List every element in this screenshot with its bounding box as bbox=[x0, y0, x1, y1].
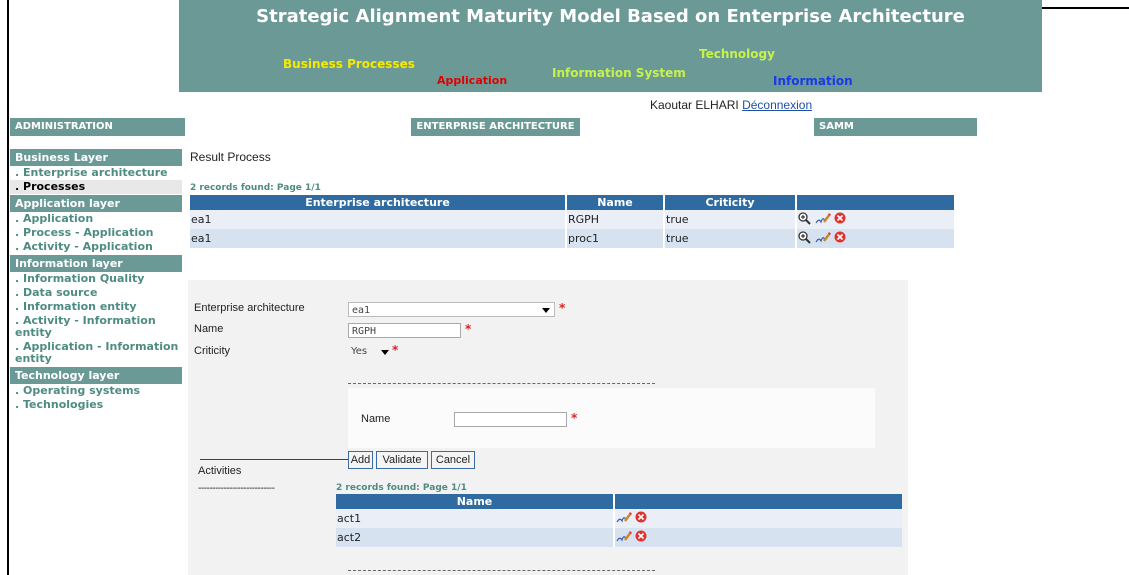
cell-criticity: true bbox=[664, 229, 797, 248]
cell-actions bbox=[796, 229, 954, 248]
delete-icon[interactable] bbox=[635, 530, 647, 545]
tab-samm[interactable]: SAMM bbox=[814, 118, 977, 136]
column-header-name: Name bbox=[336, 494, 615, 509]
sidebar-item-processes[interactable]: . Processes bbox=[10, 180, 182, 194]
table-row: act1 bbox=[336, 509, 902, 528]
magnifier-plus-icon[interactable] bbox=[798, 230, 812, 247]
cancel-button[interactable]: Cancel bbox=[431, 451, 475, 469]
edit-pen-icon[interactable] bbox=[616, 530, 632, 546]
user-info: Kaoutar ELHARI Déconnexion bbox=[650, 98, 812, 112]
name-required-mark: * bbox=[465, 322, 472, 336]
ea-required-mark: * bbox=[559, 301, 566, 315]
name-input[interactable]: RGPH bbox=[348, 323, 461, 338]
cell-ea: ea1 bbox=[190, 210, 567, 229]
delete-icon[interactable] bbox=[834, 231, 846, 246]
chevron-down-icon bbox=[542, 308, 550, 313]
ea-select[interactable]: ea1 bbox=[348, 302, 555, 317]
table-header-row: Name bbox=[336, 494, 902, 509]
sidebar-application-layer[interactable]: Application layer bbox=[10, 195, 182, 212]
user-name: Kaoutar ELHARI bbox=[650, 98, 739, 112]
table-row: ea1 RGPH true bbox=[190, 210, 954, 229]
activity-name-input[interactable] bbox=[454, 412, 567, 427]
criticity-select-value: Yes bbox=[351, 346, 368, 357]
tab-enterprise-architecture[interactable]: ENTERPRISE ARCHITECTURE bbox=[411, 118, 580, 136]
validate-button[interactable]: Validate bbox=[376, 451, 428, 469]
activities-table: Name act1 act2 bbox=[336, 494, 902, 547]
cell-name: act2 bbox=[336, 528, 615, 547]
column-header-actions bbox=[796, 195, 954, 210]
sidebar-item-information-entity[interactable]: . Information entity bbox=[10, 300, 182, 314]
edit-pen-icon[interactable] bbox=[815, 212, 831, 228]
criticity-label: Criticity bbox=[194, 345, 231, 357]
records-count: 2 records found: Page 1/1 bbox=[190, 183, 321, 193]
cell-name: act1 bbox=[336, 509, 615, 528]
sidebar-item-activity-application[interactable]: . Activity - Application bbox=[10, 240, 182, 254]
cell-actions bbox=[796, 210, 954, 229]
edit-pen-icon[interactable] bbox=[815, 231, 831, 247]
banner-technology: Technology bbox=[699, 47, 775, 61]
sidebar-item-technologies[interactable]: . Technologies bbox=[10, 398, 182, 412]
add-button[interactable]: Add bbox=[348, 451, 373, 469]
cell-name: proc1 bbox=[566, 229, 665, 248]
column-header-criticity: Criticity bbox=[664, 195, 797, 210]
activity-name-required-mark: * bbox=[571, 411, 578, 425]
cell-ea: ea1 bbox=[190, 229, 567, 248]
table-row: ea1 proc1 true bbox=[190, 229, 954, 248]
name-input-value: RGPH bbox=[352, 326, 377, 337]
sidebar-item-operating-systems[interactable]: . Operating systems bbox=[10, 384, 182, 398]
table-row: act2 bbox=[336, 528, 902, 547]
banner-title: Strategic Alignment Maturity Model Based… bbox=[256, 6, 965, 27]
cell-criticity: true bbox=[664, 210, 797, 229]
sidebar-item-application[interactable]: . Application bbox=[10, 212, 182, 226]
activities-label: Activities bbox=[198, 465, 242, 477]
logout-link[interactable]: Déconnexion bbox=[742, 98, 812, 112]
delete-icon[interactable] bbox=[834, 212, 846, 227]
chevron-down-icon bbox=[381, 350, 389, 355]
top-frame-border bbox=[1042, 7, 1129, 9]
table-header-row: Enterprise architecture Name Criticity bbox=[190, 195, 954, 210]
sidebar-item-application-information-entity[interactable]: . Application - Information entity bbox=[10, 340, 182, 366]
sidebar-technology-layer[interactable]: Technology layer bbox=[10, 367, 182, 384]
sidebar: Business Layer . Enterprise architecture… bbox=[10, 148, 182, 412]
cell-actions bbox=[614, 509, 902, 528]
sidebar-business-layer[interactable]: Business Layer bbox=[10, 149, 182, 166]
activity-subpanel bbox=[348, 388, 875, 448]
sidebar-item-data-source[interactable]: . Data source bbox=[10, 286, 182, 300]
ea-select-value: ea1 bbox=[352, 305, 371, 316]
process-table: Enterprise architecture Name Criticity e… bbox=[190, 195, 954, 248]
name-label: Name bbox=[194, 323, 224, 335]
cell-actions bbox=[614, 528, 902, 547]
banner-information: Information bbox=[773, 74, 853, 88]
page-title: Result Process bbox=[190, 150, 271, 164]
sidebar-item-enterprise-architecture[interactable]: . Enterprise architecture bbox=[10, 166, 182, 180]
activities-dashes: --------------------------- bbox=[198, 483, 275, 494]
criticity-required-mark: * bbox=[392, 343, 399, 357]
activities-records-count: 2 records found: Page 1/1 bbox=[336, 483, 467, 493]
column-header-enterprise-architecture: Enterprise architecture bbox=[190, 195, 567, 210]
separator-line bbox=[348, 383, 655, 384]
left-frame-border bbox=[7, 0, 9, 575]
delete-icon[interactable] bbox=[635, 511, 647, 526]
cell-name: RGPH bbox=[566, 210, 665, 229]
banner-information-system: Information System bbox=[552, 66, 686, 80]
tab-samm-label: SAMM bbox=[819, 121, 854, 132]
ea-label: Enterprise architecture bbox=[194, 302, 305, 314]
header-banner: Strategic Alignment Maturity Model Based… bbox=[179, 0, 1042, 92]
sidebar-item-process-application[interactable]: . Process - Application bbox=[10, 226, 182, 240]
sidebar-information-layer[interactable]: Information layer bbox=[10, 255, 182, 272]
edit-pen-icon[interactable] bbox=[616, 511, 632, 527]
criticity-select[interactable]: Yes bbox=[348, 344, 391, 359]
activity-name-label: Name bbox=[361, 413, 391, 425]
column-header-name: Name bbox=[566, 195, 665, 210]
banner-application: Application bbox=[437, 74, 508, 87]
column-header-actions bbox=[614, 494, 902, 509]
sidebar-item-activity-information-entity[interactable]: . Activity - Information entity bbox=[10, 314, 182, 340]
separator-line-bottom bbox=[348, 570, 655, 571]
banner-business-processes: Business Processes bbox=[283, 57, 415, 71]
divider-line bbox=[200, 459, 348, 460]
sidebar-item-information-quality[interactable]: . Information Quality bbox=[10, 272, 182, 286]
tab-administration[interactable]: ADMINISTRATION bbox=[10, 118, 185, 136]
magnifier-plus-icon[interactable] bbox=[798, 211, 812, 228]
